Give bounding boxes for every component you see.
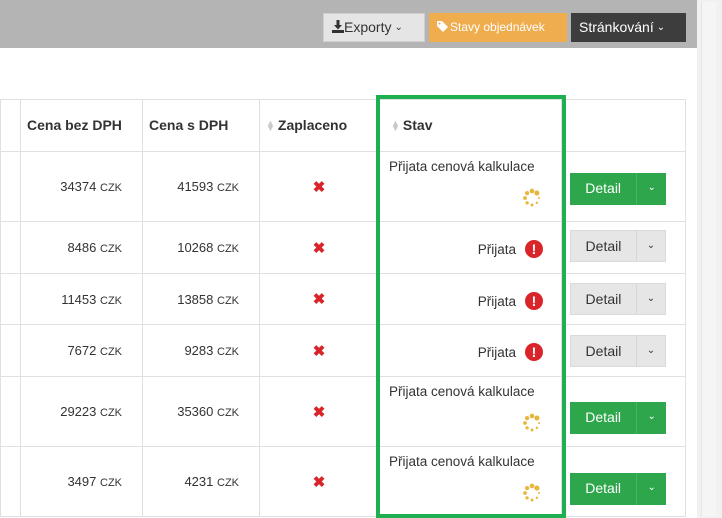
chevron-down-icon[interactable]: ⌄ xyxy=(635,231,665,261)
tag-icon xyxy=(437,21,448,32)
price-no-vat-cell: 29223 CZK xyxy=(20,376,143,447)
row-blank-cell xyxy=(0,446,21,517)
price-vat-cell: 9283 CZK xyxy=(142,324,260,377)
paid-cell: ✖ xyxy=(259,151,379,222)
detail-button-label[interactable]: Detail xyxy=(571,336,636,366)
row-blank-cell xyxy=(0,151,21,222)
detail-button-label[interactable]: Detail xyxy=(570,473,636,505)
price-vat-value: 41593 xyxy=(177,179,214,194)
detail-button[interactable]: Detail ⌄ xyxy=(570,283,666,315)
price-no-vat-cell: 3497 CZK xyxy=(20,446,143,517)
price-no-vat-cell: 7672 CZK xyxy=(20,324,143,377)
state-column-highlight xyxy=(376,95,566,518)
paging-button[interactable]: Stránkování ⌄ xyxy=(571,13,686,42)
download-icon xyxy=(332,20,344,33)
detail-button[interactable]: Detail ⌄ xyxy=(570,473,666,505)
header-price-no-vat-label: Cena bez DPH xyxy=(27,117,122,133)
currency-label: CZK xyxy=(100,182,122,194)
chevron-down-icon: ⌄ xyxy=(656,22,666,33)
order-states-label: Stavy objednávek xyxy=(450,20,545,34)
x-mark-icon: ✖ xyxy=(312,473,326,491)
price-vat-cell: 41593 CZK xyxy=(142,151,260,222)
price-no-vat-value: 29223 xyxy=(60,404,97,419)
price-vat-cell: 13858 CZK xyxy=(142,273,260,325)
price-no-vat-cell: 11453 CZK xyxy=(20,273,143,325)
header-price-no-vat[interactable]: Cena bez DPH xyxy=(20,99,143,152)
chevron-down-icon: ⌄ xyxy=(394,22,403,33)
currency-label: CZK xyxy=(100,477,122,489)
paid-cell: ✖ xyxy=(259,273,379,325)
price-vat-cell: 4231 CZK xyxy=(142,446,260,517)
price-no-vat-value: 8486 xyxy=(67,240,97,255)
orders-panel: Exporty ⌄ Stavy objednávek Stránkování ⌄ C… xyxy=(0,0,697,518)
price-vat-value: 10268 xyxy=(177,240,214,255)
chevron-down-icon[interactable]: ⌄ xyxy=(636,473,666,505)
paid-cell: ✖ xyxy=(259,324,379,377)
price-no-vat-value: 11453 xyxy=(61,291,97,307)
chevron-down-icon[interactable]: ⌄ xyxy=(635,336,665,366)
currency-label: CZK xyxy=(100,243,122,255)
row-blank-cell xyxy=(0,221,21,274)
order-states-button[interactable]: Stavy objednávek xyxy=(429,13,567,42)
sort-icon: ▲ ▼ xyxy=(266,118,275,134)
currency-label: CZK xyxy=(217,407,239,419)
table-header-row: Cena bez DPH Cena s DPH ▲ ▼ Zaplaceno ▲ ▼ St… xyxy=(0,99,686,152)
detail-button-label[interactable]: Detail xyxy=(571,231,636,261)
scrollbar-thumb[interactable] xyxy=(701,2,716,516)
detail-button-label[interactable]: Detail xyxy=(570,402,636,434)
export-label: Exporty xyxy=(344,19,392,35)
price-no-vat-cell: 34374 CZK xyxy=(20,151,143,222)
x-mark-icon: ✖ xyxy=(312,342,326,360)
price-no-vat-value: 7672 xyxy=(67,343,97,358)
currency-label: CZK xyxy=(100,294,122,307)
currency-label: CZK xyxy=(100,346,122,358)
chevron-down-icon[interactable]: ⌄ xyxy=(635,284,665,314)
row-blank-cell xyxy=(0,324,21,377)
row-blank-cell xyxy=(0,376,21,447)
x-mark-icon: ✖ xyxy=(312,178,326,196)
currency-label: CZK xyxy=(217,182,239,194)
price-vat-value: 13858 xyxy=(177,291,214,307)
vertical-scrollbar[interactable] xyxy=(697,0,722,518)
chevron-down-icon[interactable]: ⌄ xyxy=(636,173,666,205)
export-button[interactable]: Exporty ⌄ xyxy=(323,13,425,42)
price-vat-cell: 35360 CZK xyxy=(142,376,260,447)
x-mark-icon: ✖ xyxy=(312,291,326,308)
detail-button[interactable]: Detail ⌄ xyxy=(570,173,666,205)
toolbar: Exporty ⌄ Stavy objednávek Stránkování ⌄ xyxy=(0,0,697,48)
header-cell-blank xyxy=(0,99,21,152)
detail-button-label[interactable]: Detail xyxy=(571,284,636,314)
price-vat-value: 35360 xyxy=(177,404,214,419)
currency-label: CZK xyxy=(217,346,239,358)
price-vat-cell: 10268 CZK xyxy=(142,221,260,274)
price-vat-value: 9283 xyxy=(184,343,214,358)
chevron-down-icon[interactable]: ⌄ xyxy=(636,402,666,434)
price-no-vat-value: 3497 xyxy=(67,474,97,489)
row-blank-cell xyxy=(0,273,21,325)
price-no-vat-value: 34374 xyxy=(60,179,97,194)
price-no-vat-cell: 8486 CZK xyxy=(20,221,143,274)
header-paid[interactable]: ▲ ▼ Zaplaceno xyxy=(259,99,379,152)
header-price-vat-label: Cena s DPH xyxy=(149,117,229,133)
currency-label: CZK xyxy=(217,294,239,307)
currency-label: CZK xyxy=(217,477,239,489)
detail-button-label[interactable]: Detail xyxy=(570,173,636,205)
paging-label: Stránkování xyxy=(579,19,654,35)
x-mark-icon: ✖ xyxy=(312,403,326,421)
price-vat-value: 4231 xyxy=(184,474,214,489)
detail-button[interactable]: Detail ⌄ xyxy=(570,402,666,434)
paid-cell: ✖ xyxy=(259,376,379,447)
header-paid-label: Zaplaceno xyxy=(277,117,348,133)
detail-button[interactable]: Detail ⌄ xyxy=(570,335,666,367)
header-price-vat[interactable]: Cena s DPH xyxy=(142,99,260,152)
header-actions xyxy=(561,99,686,152)
paid-cell: ✖ xyxy=(259,446,379,517)
currency-label: CZK xyxy=(217,243,239,255)
detail-button[interactable]: Detail ⌄ xyxy=(570,230,666,262)
x-mark-icon: ✖ xyxy=(312,239,326,257)
paid-cell: ✖ xyxy=(259,221,379,274)
currency-label: CZK xyxy=(100,407,122,419)
